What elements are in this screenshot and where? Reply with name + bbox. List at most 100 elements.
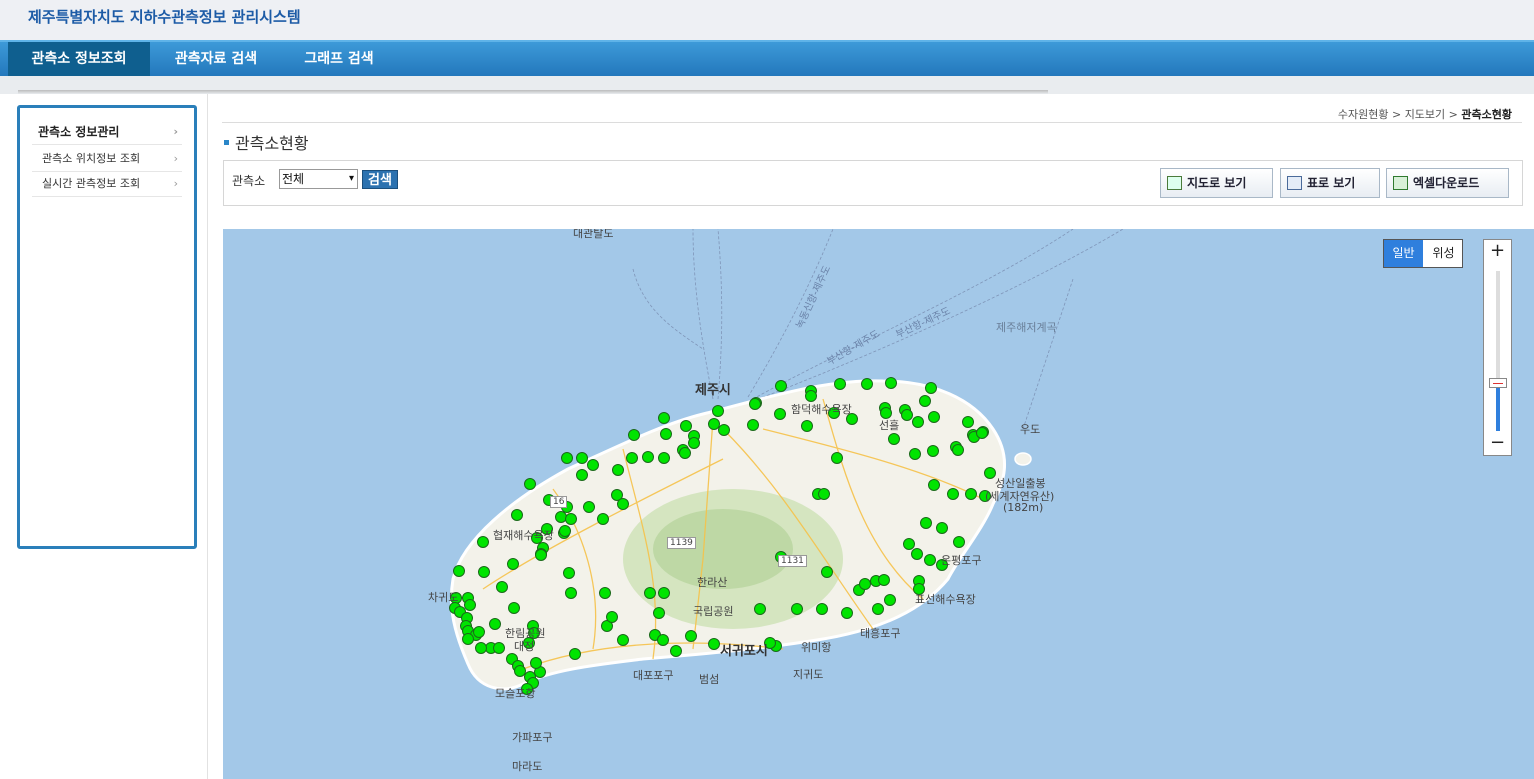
station-marker[interactable] [561, 452, 573, 464]
station-marker[interactable] [688, 437, 700, 449]
station-marker[interactable] [888, 433, 900, 445]
station-marker[interactable] [563, 567, 575, 579]
station-marker[interactable] [660, 428, 672, 440]
station-marker[interactable] [791, 603, 803, 615]
map-canvas[interactable]: 대관탈도 제주해저계곡 부산항-제주도 부산항-제주도 녹동신항-제주도 제주시… [223, 229, 1534, 779]
station-marker[interactable] [617, 634, 629, 646]
map-type-satellite-button[interactable]: 위성 [1424, 240, 1463, 267]
station-marker[interactable] [909, 448, 921, 460]
station-marker[interactable] [831, 452, 843, 464]
station-marker[interactable] [816, 603, 828, 615]
zoom-in-button[interactable]: + [1484, 240, 1511, 264]
station-marker[interactable] [670, 645, 682, 657]
station-marker[interactable] [576, 469, 588, 481]
station-marker[interactable] [524, 478, 536, 490]
station-marker[interactable] [559, 525, 571, 537]
search-button[interactable]: 검색 [362, 170, 398, 189]
station-marker[interactable] [920, 517, 932, 529]
station-marker[interactable] [901, 409, 913, 421]
station-marker[interactable] [453, 565, 465, 577]
nav-tab-graph-search[interactable]: 그래프 검색 [288, 42, 390, 76]
station-marker[interactable] [475, 642, 487, 654]
station-marker[interactable] [818, 488, 830, 500]
station-marker[interactable] [805, 390, 817, 402]
sidebar-item-location-info[interactable]: 관측소 위치정보 조회 › [32, 147, 182, 172]
station-marker[interactable] [708, 638, 720, 650]
station-marker[interactable] [911, 548, 923, 560]
station-marker[interactable] [653, 607, 665, 619]
station-select[interactable]: 전체 ▾ [279, 169, 358, 189]
station-marker[interactable] [628, 429, 640, 441]
station-marker[interactable] [834, 378, 846, 390]
zoom-out-button[interactable]: − [1484, 432, 1511, 456]
station-marker[interactable] [775, 380, 787, 392]
station-marker[interactable] [927, 445, 939, 457]
station-marker[interactable] [919, 395, 931, 407]
station-marker[interactable] [952, 444, 964, 456]
sidebar-item-realtime-info[interactable]: 실시간 관측정보 조회 › [32, 172, 182, 197]
station-marker[interactable] [644, 587, 656, 599]
site-title[interactable]: 제주특별자치도 지하수관측정보 관리시스템 [28, 6, 301, 27]
station-marker[interactable] [617, 498, 629, 510]
station-marker[interactable] [925, 382, 937, 394]
station-marker[interactable] [685, 630, 697, 642]
station-marker[interactable] [583, 501, 595, 513]
station-marker[interactable] [953, 536, 965, 548]
station-marker[interactable] [612, 464, 624, 476]
station-marker[interactable] [841, 607, 853, 619]
station-marker[interactable] [754, 603, 766, 615]
station-marker[interactable] [801, 420, 813, 432]
station-marker[interactable] [576, 452, 588, 464]
station-marker[interactable] [657, 634, 669, 646]
station-marker[interactable] [861, 378, 873, 390]
station-marker[interactable] [507, 558, 519, 570]
station-marker[interactable] [658, 452, 670, 464]
station-marker[interactable] [965, 488, 977, 500]
station-marker[interactable] [478, 566, 490, 578]
sidebar-item-station-management[interactable]: 관측소 정보관리 › [32, 120, 182, 145]
station-marker[interactable] [587, 459, 599, 471]
station-marker[interactable] [749, 398, 761, 410]
station-marker[interactable] [947, 488, 959, 500]
station-marker[interactable] [565, 587, 577, 599]
nav-tab-station-info[interactable]: 관측소 정보조회 [8, 42, 150, 76]
station-marker[interactable] [680, 420, 692, 432]
station-marker[interactable] [718, 424, 730, 436]
station-marker[interactable] [489, 618, 501, 630]
station-marker[interactable] [658, 587, 670, 599]
station-marker[interactable] [878, 574, 890, 586]
station-marker[interactable] [679, 447, 691, 459]
station-marker[interactable] [555, 511, 567, 523]
station-marker[interactable] [928, 411, 940, 423]
station-marker[interactable] [884, 594, 896, 606]
station-marker[interactable] [936, 522, 948, 534]
station-marker[interactable] [535, 549, 547, 561]
zoom-slider-handle[interactable] [1489, 378, 1507, 388]
table-view-button[interactable]: 표로 보기 [1280, 168, 1380, 198]
station-marker[interactable] [508, 602, 520, 614]
station-marker[interactable] [569, 648, 581, 660]
station-marker[interactable] [511, 509, 523, 521]
station-marker[interactable] [984, 467, 996, 479]
nav-tab-data-search[interactable]: 관측자료 검색 [158, 42, 274, 76]
station-marker[interactable] [712, 405, 724, 417]
station-marker[interactable] [821, 566, 833, 578]
station-marker[interactable] [642, 451, 654, 463]
station-marker[interactable] [496, 581, 508, 593]
station-marker[interactable] [962, 416, 974, 428]
station-marker[interactable] [976, 427, 988, 439]
map-view-button[interactable]: 지도로 보기 [1160, 168, 1273, 198]
station-marker[interactable] [626, 452, 638, 464]
station-marker[interactable] [473, 626, 485, 638]
station-marker[interactable] [774, 408, 786, 420]
station-marker[interactable] [530, 657, 542, 669]
station-marker[interactable] [464, 599, 476, 611]
station-marker[interactable] [872, 603, 884, 615]
station-marker[interactable] [859, 578, 871, 590]
station-marker[interactable] [658, 412, 670, 424]
station-marker[interactable] [599, 587, 611, 599]
station-marker[interactable] [928, 479, 940, 491]
station-marker[interactable] [606, 611, 618, 623]
station-marker[interactable] [493, 642, 505, 654]
station-marker[interactable] [912, 416, 924, 428]
